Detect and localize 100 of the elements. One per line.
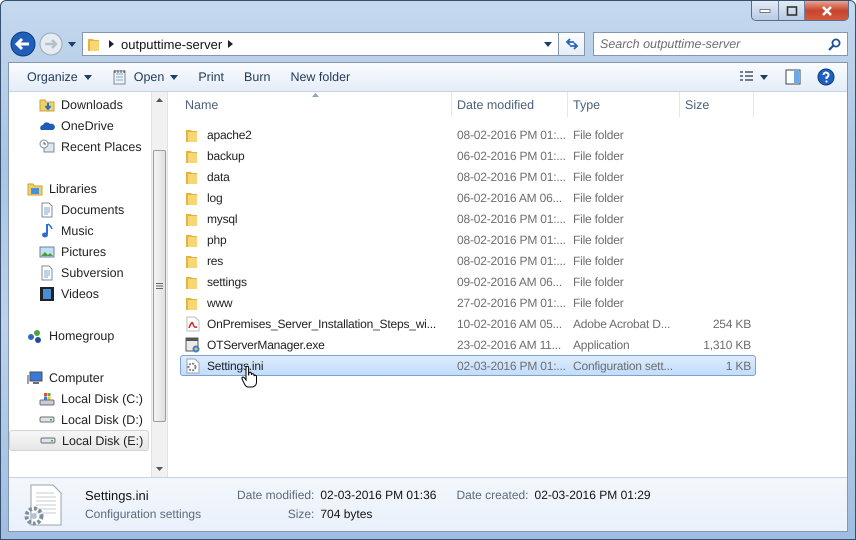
nav-item[interactable]: Recent Places	[9, 136, 149, 157]
film-icon	[39, 286, 55, 302]
nav-item[interactable]: Subversion	[9, 262, 149, 283]
nav-item[interactable]: Downloads	[9, 94, 149, 115]
file-type: Configuration settings	[85, 507, 202, 521]
date-modified: 02-03-2016 PM 01:...	[457, 358, 566, 372]
file-name: OnPremises_Server_Installation_Steps_wi...	[207, 316, 436, 330]
preview-pane-icon	[785, 69, 801, 85]
nav-item[interactable]: Libraries	[9, 178, 149, 199]
details-view-icon	[739, 70, 769, 84]
file-name: Settings.ini	[207, 358, 264, 372]
file-row[interactable]: mysql 08-02-2016 PM 01:... File folder	[180, 208, 756, 229]
date-modified: 09-02-2016 AM 06...	[457, 274, 562, 288]
nav-item[interactable]: Local Disk (C:)	[9, 388, 149, 409]
toolbar-button[interactable]: New folder	[282, 67, 358, 87]
address-bar[interactable]: outputtime-server	[82, 32, 559, 56]
file-type: File folder	[573, 170, 624, 184]
breadcrumb[interactable]: outputtime-server	[121, 36, 222, 52]
application-icon	[185, 336, 201, 352]
search-field[interactable]: Search outputtime-server	[593, 32, 848, 56]
file-name: log	[207, 190, 222, 204]
file-row[interactable]: OnPremises_Server_Installation_Steps_wi... 10-02-2016 AM 05... Adobe Acrobat D... 254 KB	[180, 313, 756, 334]
libraries-icon	[27, 180, 43, 196]
date-modified: 23-02-2016 AM 11...	[457, 338, 562, 352]
minimize-icon	[759, 8, 771, 12]
file-name: OTServerManager.exe	[207, 338, 325, 352]
detail-value: 02-03-2016 PM 01:29	[534, 488, 651, 502]
scroll-down-icon[interactable]	[156, 467, 163, 471]
column-header[interactable]: Date modified	[452, 92, 568, 117]
toolbar-button[interactable]: Burn	[236, 67, 278, 87]
sort-arrow-icon	[312, 93, 319, 97]
recent-pages-button[interactable]	[66, 42, 78, 46]
nav-item[interactable]: Music	[9, 220, 149, 241]
file-row[interactable]: OTServerManager.exe 23-02-2016 AM 11... Application 1,310 KB	[180, 334, 756, 355]
file-name: mysql	[207, 212, 238, 226]
downloads-folder-icon	[39, 96, 55, 112]
nav-item[interactable]: Documents	[9, 199, 149, 220]
date-modified: 06-02-2016 PM 01:...	[457, 148, 566, 162]
close-icon	[820, 4, 834, 16]
detail-label: Size:	[286, 507, 314, 521]
back-button[interactable]	[10, 31, 36, 57]
settings-file-icon	[185, 358, 201, 374]
nav-item[interactable]: OneDrive	[9, 115, 149, 136]
close-button[interactable]	[804, 1, 848, 20]
file-type: Adobe Acrobat D...	[573, 316, 670, 330]
file-name: backup	[207, 148, 244, 162]
file-type: File folder	[573, 232, 624, 246]
nav-item[interactable]: Computer	[9, 367, 149, 388]
detail-value: 02-03-2016 PM 01:36	[320, 488, 436, 502]
chevron-icon[interactable]	[109, 40, 115, 48]
file-type: File folder	[573, 212, 624, 226]
caret-icon	[68, 42, 76, 46]
file-row[interactable]: data 08-02-2016 PM 01:... File folder	[180, 166, 756, 187]
detail-value: 704 bytes	[320, 507, 374, 521]
toolbar-button[interactable]: Organize	[19, 67, 100, 87]
recent-places-icon	[39, 138, 55, 154]
toolbar-button[interactable]: Open	[104, 66, 186, 88]
file-name: data	[207, 170, 230, 184]
date-modified: 08-02-2016 PM 01:...	[457, 254, 566, 268]
detail-label: Date created:	[456, 488, 529, 502]
music-note-icon	[39, 222, 55, 238]
file-row[interactable]: www 27-02-2016 PM 01:... File folder	[180, 292, 756, 313]
nav-item[interactable]: Homegroup	[9, 325, 149, 346]
file-name: Settings.ini	[85, 488, 150, 503]
scrollbar[interactable]	[151, 92, 167, 477]
disk-drive-icon	[40, 437, 56, 444]
file-row[interactable]: settings 09-02-2016 AM 06... File folder	[180, 271, 756, 292]
file-type: Application	[573, 338, 630, 352]
scroll-up-icon[interactable]	[156, 98, 163, 102]
maximize-icon	[786, 6, 798, 16]
nav-item[interactable]: Local Disk (E:)	[9, 430, 149, 451]
minimize-button[interactable]	[752, 1, 778, 20]
file-row[interactable]: res 08-02-2016 PM 01:... File folder	[180, 250, 756, 271]
detail-label: Date modified:	[237, 488, 314, 502]
file-name: php	[207, 232, 226, 246]
nav-item[interactable]: Videos	[9, 283, 149, 304]
file-row[interactable]: apache2 08-02-2016 PM 01:... File folder	[180, 124, 756, 145]
chevron-icon[interactable]	[228, 40, 234, 48]
document-icon	[39, 202, 55, 218]
file-row[interactable]: backup 06-02-2016 PM 01:... File folder	[180, 145, 756, 166]
file-row[interactable]: php 08-02-2016 PM 01:... File folder	[180, 229, 756, 250]
nav-item[interactable]: Pictures	[9, 241, 149, 262]
file-type: File folder	[573, 128, 624, 142]
file-row[interactable]: log 06-02-2016 AM 06... File folder	[180, 187, 756, 208]
nav-item[interactable]: Local Disk (D:)	[9, 409, 149, 430]
refresh-button[interactable]	[559, 32, 585, 56]
column-header[interactable]: Type	[568, 92, 680, 117]
grip-icon	[156, 283, 163, 289]
date-modified: 08-02-2016 PM 01:...	[457, 232, 566, 246]
file-name: apache2	[207, 128, 252, 142]
pictures-icon	[39, 244, 55, 260]
file-type: File folder	[573, 296, 624, 310]
toolbar-button[interactable]: Print	[190, 67, 232, 87]
column-header[interactable]: Size	[680, 92, 754, 117]
maximize-button[interactable]	[778, 1, 804, 20]
file-type: Configuration sett...	[573, 358, 673, 372]
computer-icon	[27, 370, 43, 386]
date-modified: 10-02-2016 AM 05...	[457, 316, 562, 330]
dropdown-caret-icon[interactable]	[544, 42, 552, 46]
file-size: 254 KB	[712, 316, 751, 330]
